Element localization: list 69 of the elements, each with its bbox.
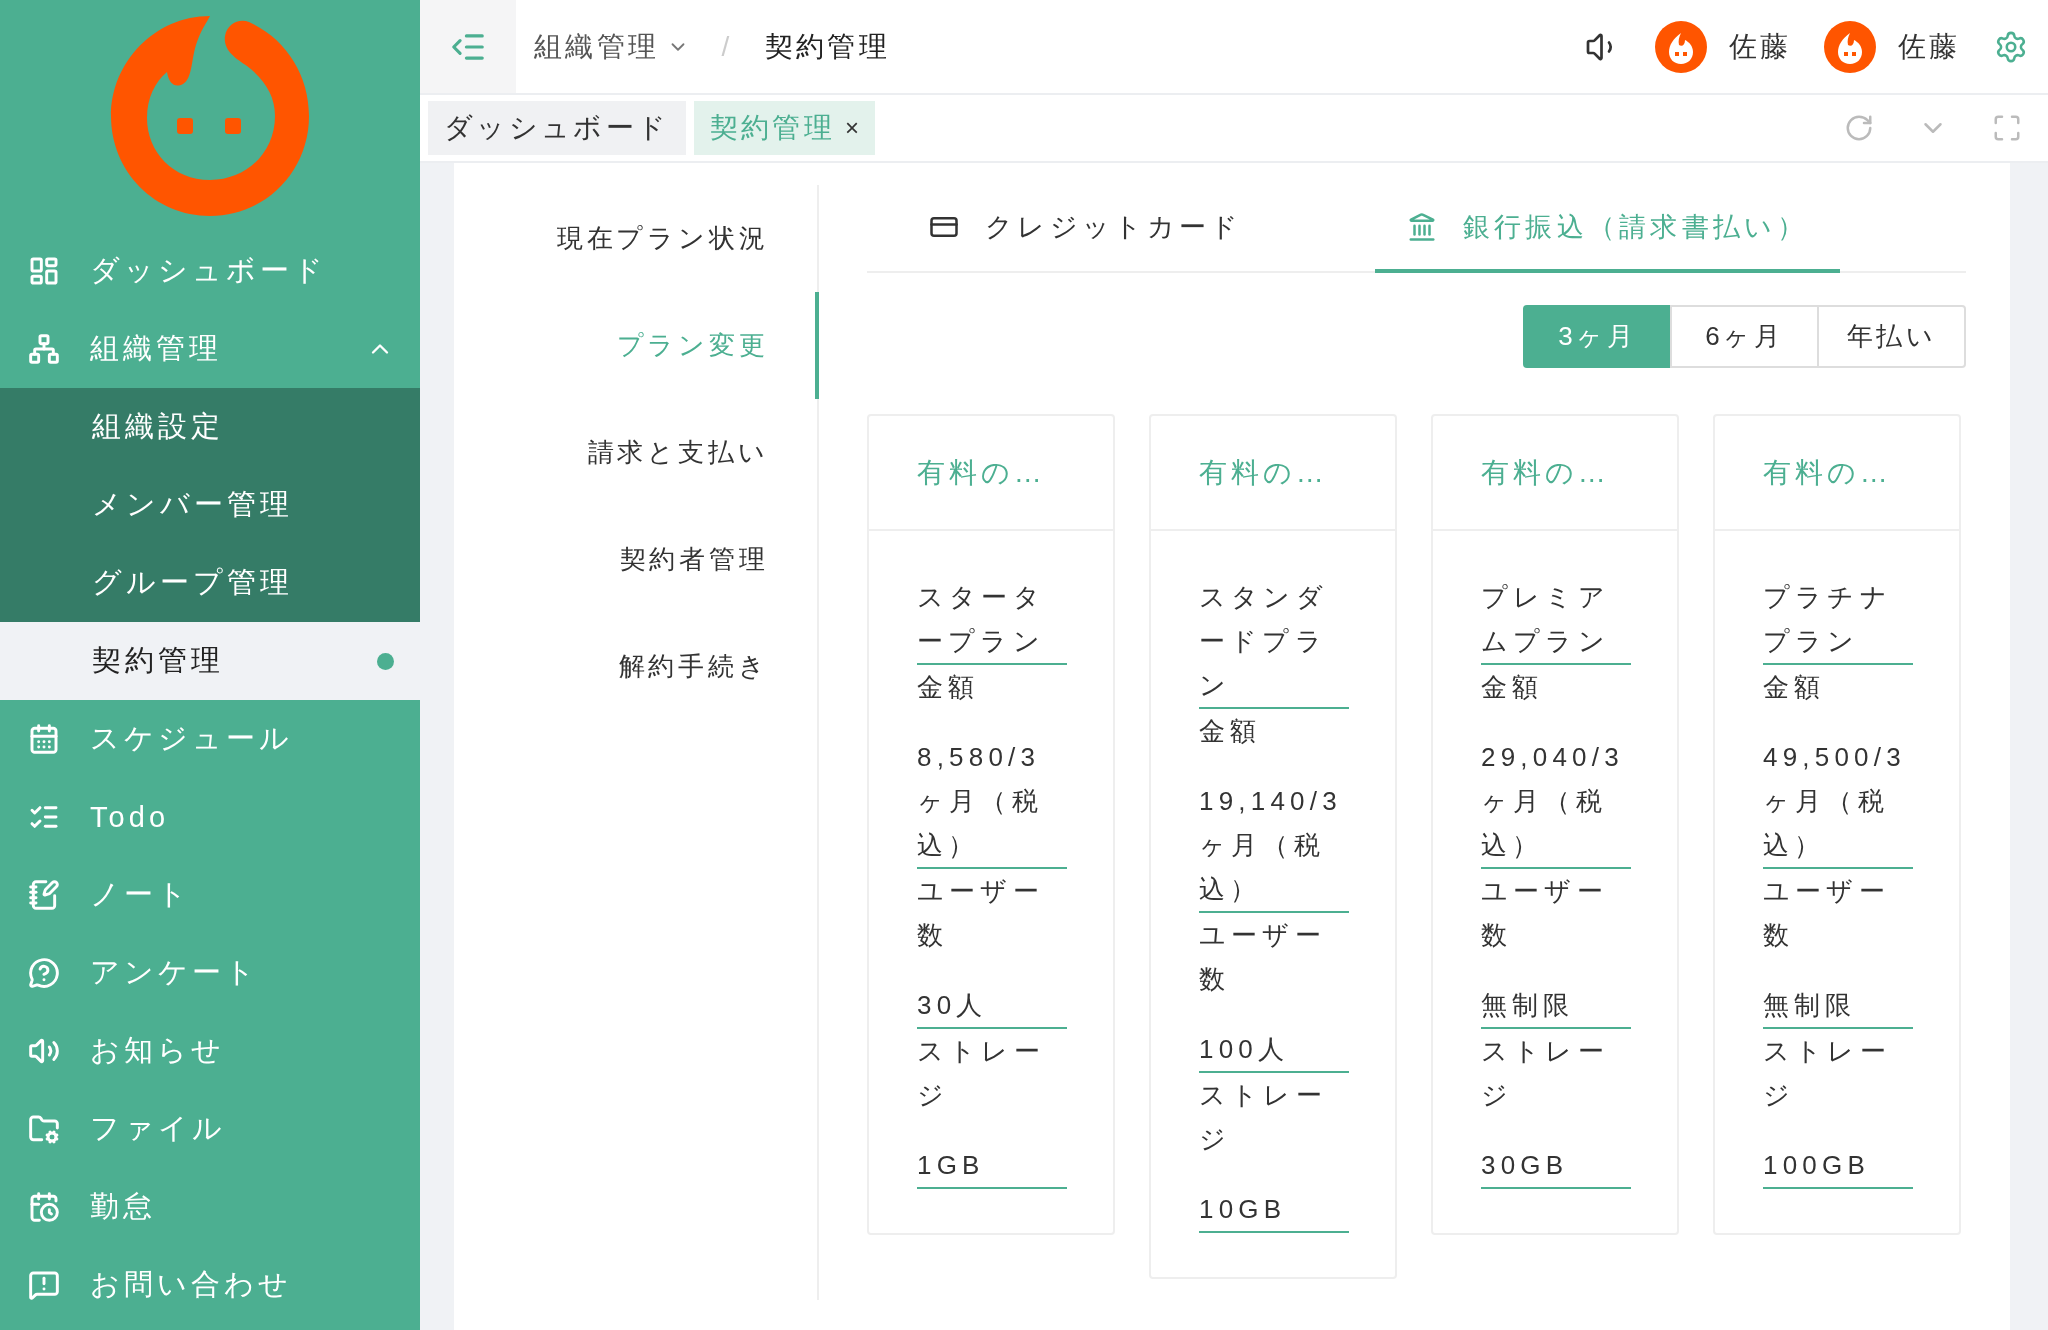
period-button[interactable]: 年払い (1817, 305, 1966, 368)
field-value: 30GB (1481, 1143, 1631, 1189)
field-value: 30人 (917, 983, 1067, 1029)
field-label: ストレージ (1763, 1035, 1892, 1112)
question-bubble-icon (28, 957, 60, 989)
plan-name: プレミアムプラン (1481, 575, 1631, 665)
breadcrumb-link[interactable]: 組織管理 (534, 27, 690, 66)
sidebar-item[interactable]: メンバー管理 (0, 466, 420, 544)
page-tab[interactable]: 契約管理 × (693, 101, 875, 155)
field-label: ユーザー数 (1481, 875, 1609, 952)
field-value: 100GB (1763, 1143, 1913, 1189)
plan-name: プラチナプラン (1763, 575, 1913, 665)
menu-toggle-button[interactable] (420, 0, 516, 93)
user-name[interactable]: 佐藤 (1728, 27, 1791, 66)
avatar-icon (1824, 20, 1877, 73)
contract-menu-item[interactable]: 解約手続き (454, 613, 819, 720)
field-label: ユーザー数 (1199, 919, 1327, 996)
field-label: ストレージ (917, 1035, 1046, 1112)
plan-card-title: 有料の… (1433, 416, 1677, 531)
plan-card-title: 有料の… (869, 416, 1113, 531)
calendar-icon (28, 723, 60, 755)
user-name[interactable]: 佐藤 (1898, 27, 1960, 66)
plan-card-title: 有料の… (1715, 416, 1959, 531)
sidebar-item[interactable]: グループ管理 (0, 544, 420, 622)
plan-name: スタータープラン (917, 575, 1067, 665)
payment-tab[interactable]: クレジットカード (897, 185, 1275, 273)
page-tab[interactable]: ダッシュボード (428, 101, 686, 155)
period-button[interactable]: 3ヶ月 (1523, 305, 1672, 368)
close-icon[interactable]: × (845, 114, 859, 142)
field-value: 19,140/3ヶ月（税込） (1199, 779, 1349, 913)
field-value: 100人 (1199, 1027, 1349, 1073)
sidebar-item[interactable]: 契約管理 (0, 622, 420, 700)
field-value: 無制限 (1763, 983, 1913, 1029)
settings-icon[interactable] (1994, 29, 2028, 64)
contract-menu-item[interactable]: 現在プラン状況 (454, 185, 819, 292)
period-button[interactable]: 6ヶ月 (1670, 305, 1819, 368)
field-value: 1GB (917, 1143, 1067, 1189)
folder-gear-icon (28, 1113, 60, 1145)
plan-card-title: 有料の… (1151, 416, 1395, 531)
field-label: 金額 (1763, 671, 1827, 704)
contract-menu-item[interactable]: 請求と支払い (454, 399, 819, 506)
refresh-icon[interactable] (1844, 113, 1874, 143)
contract-menu-item[interactable]: プラン変更 (454, 292, 819, 399)
field-value: 8,580/3ヶ月（税込） (917, 735, 1067, 869)
field-value: 無制限 (1481, 983, 1631, 1029)
field-label: ストレージ (1481, 1035, 1610, 1112)
sidebar-item[interactable]: 組織設定 (0, 388, 420, 466)
avatar-icon (1654, 20, 1707, 73)
payment-tab[interactable]: 銀行振込（請求書払い） (1374, 185, 1841, 273)
calendar-clock-icon (28, 1191, 60, 1223)
plan-name: スタンダードプラン (1199, 575, 1349, 709)
dashboard-icon (28, 255, 60, 287)
notebook-pen-icon (28, 879, 60, 911)
field-label: ユーザー数 (1763, 875, 1891, 952)
hierarchy-icon (28, 333, 60, 365)
field-value: 10GB (1199, 1187, 1349, 1233)
alert-bubble-icon (28, 1269, 60, 1301)
field-label: ユーザー数 (917, 875, 1045, 952)
breadcrumb-separator: / (721, 30, 733, 63)
field-value: 29,040/3ヶ月（税込） (1481, 735, 1631, 869)
field-label: 金額 (1481, 671, 1545, 704)
field-label: 金額 (1199, 715, 1263, 748)
field-label: 金額 (917, 671, 981, 704)
field-value: 49,500/3ヶ月（税込） (1763, 735, 1913, 869)
fullscreen-icon[interactable] (1992, 113, 2022, 143)
active-dot (377, 652, 394, 670)
field-label: ストレージ (1199, 1079, 1328, 1156)
breadcrumb-link[interactable]: 契約管理 (764, 27, 891, 66)
contract-menu-item[interactable]: 契約者管理 (454, 506, 819, 613)
